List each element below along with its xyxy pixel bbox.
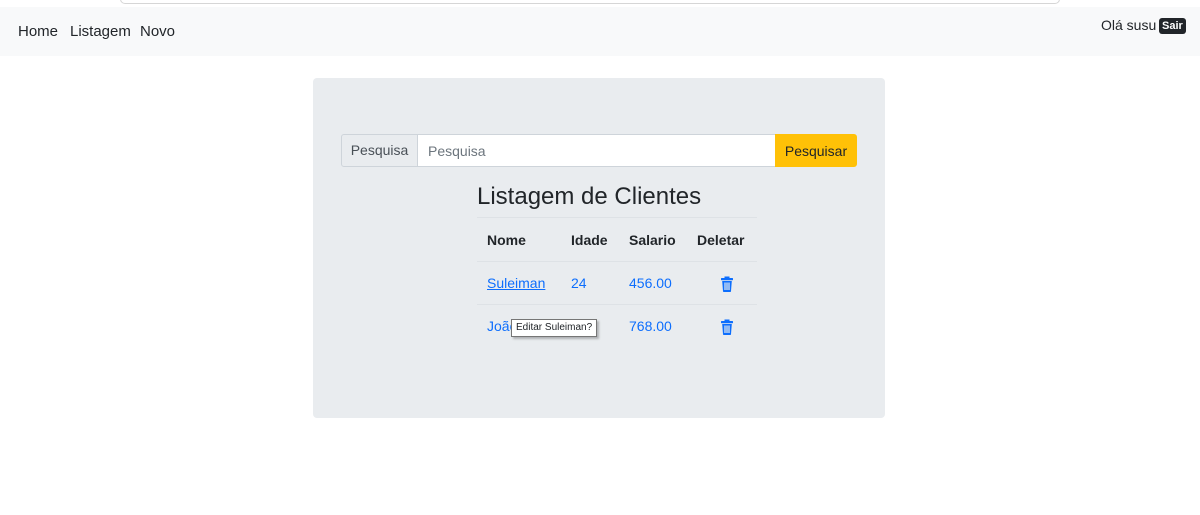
browser-address-bar-edge	[120, 0, 1060, 4]
content-panel: Pesquisa Pesquisar Listagem de Clientes …	[313, 78, 885, 418]
nav-home-link[interactable]: Home	[18, 23, 58, 40]
header-nome: Nome	[477, 217, 562, 262]
user-greeting: Olá susu	[1101, 17, 1157, 33]
logout-button[interactable]: Sair	[1159, 18, 1186, 34]
nav-listagem-link[interactable]: Listagem	[70, 23, 131, 40]
nav-novo-link[interactable]: Novo	[140, 23, 175, 40]
search-group: Pesquisa Pesquisar	[341, 134, 857, 167]
table-row: Suleiman 24 456.00	[477, 261, 757, 305]
cell-deletar	[689, 304, 757, 348]
browser-strip	[0, 0, 1200, 7]
search-prefix-label: Pesquisa	[341, 134, 418, 167]
edit-tooltip: Editar Suleiman?	[511, 319, 598, 337]
header-salario: Salario	[621, 217, 689, 262]
page-title: Listagem de Clientes	[477, 183, 702, 210]
table-header-row: Nome Idade Salario Deletar	[477, 217, 757, 262]
cell-salario: 456.00	[621, 261, 689, 305]
navbar: Home Listagem Novo Olá susu Sair	[0, 7, 1200, 56]
cell-idade: 24	[562, 261, 621, 305]
header-deletar: Deletar	[689, 217, 757, 262]
cell-salario: 768.00	[621, 304, 689, 348]
search-input[interactable]	[417, 134, 776, 167]
trash-icon[interactable]	[720, 276, 734, 292]
header-idade: Idade	[562, 217, 621, 262]
trash-icon[interactable]	[720, 319, 734, 335]
cell-nome: Suleiman	[477, 261, 562, 305]
cell-deletar	[689, 261, 757, 305]
edit-client-link[interactable]: Suleiman	[487, 275, 545, 291]
search-button[interactable]: Pesquisar	[775, 134, 857, 167]
